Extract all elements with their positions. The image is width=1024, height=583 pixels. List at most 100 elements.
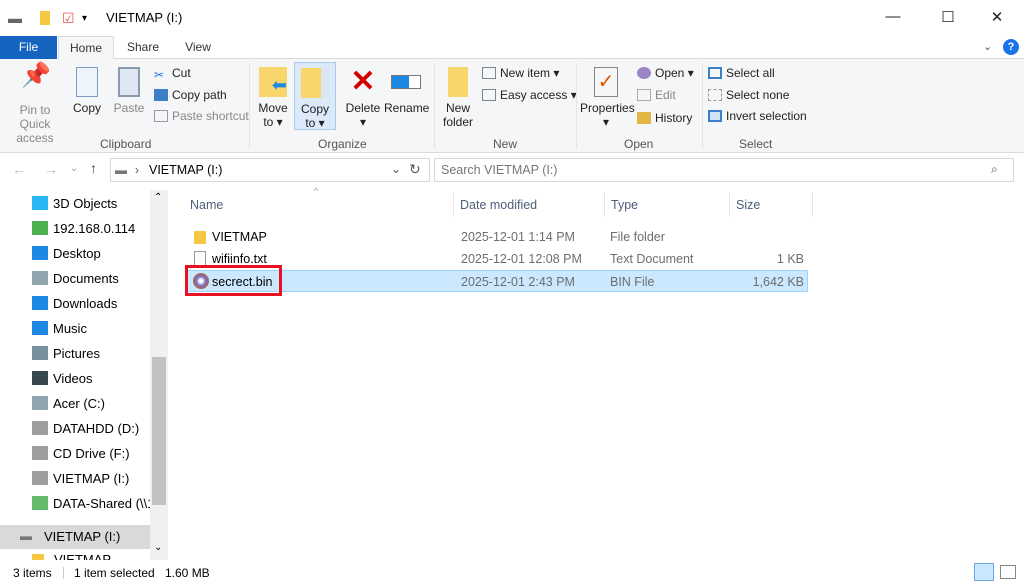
nav-item-partial[interactable]: VIETMAP [32,552,142,560]
customize-quick-access-icon[interactable]: ▾ [82,13,87,24]
delete-button[interactable]: ✕ Delete ▾ [344,65,382,130]
nav-item-label: Documents [53,271,119,286]
nav-item[interactable]: Pictures [32,343,100,365]
divider [576,63,577,149]
ribbon-tabs: File Home Share View ⌄ ? [0,36,1024,60]
nav-item-icon [32,396,48,410]
title-bar: ▬ ☑ ▾ VIETMAP (I:) — ☐ ✕ [0,0,1024,36]
nav-scrollbar-thumb[interactable] [152,357,166,505]
nav-item-label: Videos [53,371,93,386]
tab-file[interactable]: File [0,36,57,59]
breadcrumb-vietmap[interactable]: VIETMAP (I:) [149,163,222,177]
new-item-button[interactable]: New item ▾ [482,66,559,80]
easy-access-button[interactable]: Easy access ▾ [482,88,577,102]
scissors-icon: ✂ [154,68,165,82]
rename-button[interactable]: Rename [384,67,429,115]
help-icon[interactable]: ? [1003,39,1019,55]
copy-to-button[interactable]: Copy to ▾ [294,62,336,130]
pin-icon: 📌 [21,62,51,89]
nav-item[interactable]: DATAHDD (D:) [32,418,139,440]
nav-item[interactable]: 3D Objects [32,193,117,215]
column-header-name[interactable]: Name [184,193,454,217]
tab-share[interactable]: Share [120,36,166,59]
group-clipboard: Clipboard [100,137,152,151]
search-icon: ⌕ [991,162,998,176]
copy-path-icon [154,89,168,101]
paste-shortcut-button[interactable]: Paste shortcut [154,109,249,123]
move-to-button[interactable]: ⬅ Move to ▾ [256,67,290,129]
copy-button[interactable]: Copy [70,67,104,115]
nav-item[interactable]: Videos [32,368,93,390]
properties-quick-icon[interactable]: ☑ [62,10,75,27]
delete-x-icon: ✕ [350,65,376,98]
nav-item[interactable]: Desktop [32,243,101,265]
nav-item-label: CD Drive (F:) [53,446,130,461]
folder-icon[interactable] [40,11,50,25]
window-title: VIETMAP (I:) [106,10,183,25]
nav-item[interactable]: Music [32,318,87,340]
new-item-icon [482,67,496,79]
divider [434,63,435,149]
drive-icon: ▬ [8,10,22,26]
nav-item[interactable]: 192.168.0.114 [32,218,135,240]
nav-item-icon [32,321,48,335]
column-header-size[interactable]: Size [730,193,813,217]
refresh-button[interactable]: ↻ [409,161,421,178]
nav-item[interactable]: DATA-Shared (\\1 [32,493,154,515]
address-bar[interactable]: ▬ › VIETMAP (I:) ⌄ ↻ [110,158,430,182]
edit-button[interactable]: Edit [637,88,676,102]
cut-button[interactable]: ✂ Cut [154,66,191,82]
properties-button[interactable]: ✓ Properties ▾ [580,67,635,129]
select-all-icon [708,67,722,79]
navigation-pane: 3D Objects 192.168.0.114 Desktop Documents D… [0,190,168,560]
large-icons-view-button[interactable] [1000,565,1016,579]
nav-item[interactable]: Documents [32,268,119,290]
recent-locations-button[interactable]: ⌄ [70,163,78,174]
properties-icon: ✓ [594,67,618,97]
tab-view[interactable]: View [176,36,220,59]
nav-item-icon [32,371,48,385]
highlight-box [185,265,282,296]
back-button[interactable]: ← [12,161,26,177]
nav-item-icon [32,246,48,260]
invert-selection-button[interactable]: Invert selection [708,109,807,123]
nav-item-selected[interactable]: ▬ VIETMAP (I:) [0,525,150,549]
edit-icon [637,89,651,101]
open-button[interactable]: Open ▾ [637,66,694,80]
address-dropdown-icon[interactable]: ⌄ [391,162,401,176]
column-header-type[interactable]: Type [605,193,730,217]
maximize-button[interactable]: ☐ [933,8,963,26]
details-view-button[interactable] [974,563,994,581]
tab-home[interactable]: Home [58,36,114,60]
scroll-up-icon[interactable]: ⌃ [154,192,162,203]
nav-item-icon [32,221,48,235]
group-open: Open [624,137,654,151]
paste-button[interactable]: Paste [112,67,146,115]
nav-item-label: Pictures [53,346,100,361]
text-file-icon [194,251,206,266]
file-row[interactable]: VIETMAP 2025-12-01 1:14 PM File folder [186,226,808,248]
select-none-button[interactable]: Select none [708,88,789,102]
minimize-button[interactable]: — [878,8,908,25]
copy-icon [76,67,98,97]
close-button[interactable]: ✕ [982,8,1012,26]
nav-item[interactable]: Downloads [32,293,117,315]
column-header-date[interactable]: Date modified [454,193,605,217]
history-button[interactable]: History [637,111,692,125]
search-box[interactable]: Search VIETMAP (I:) ⌕ [434,158,1014,182]
pin-quick-access-button[interactable]: 📌 Pin to Quick access [4,62,66,146]
scroll-down-icon[interactable]: ⌄ [154,542,162,553]
easy-access-icon [482,89,496,101]
search-input[interactable]: Search VIETMAP (I:) [441,163,557,177]
copy-path-button[interactable]: Copy path [154,88,227,102]
nav-item[interactable]: CD Drive (F:) [32,443,130,465]
up-button[interactable]: ↑ [90,160,97,176]
copy-to-icon [301,68,329,98]
select-all-button[interactable]: Select all [708,66,775,80]
nav-item[interactable]: VIETMAP (I:) [32,468,129,490]
expand-ribbon-icon[interactable]: ⌄ [983,40,992,53]
nav-item[interactable]: Acer (C:) [32,393,105,415]
new-folder-button[interactable]: New folder [440,67,476,129]
move-to-icon: ⬅ [259,67,287,97]
forward-button[interactable]: → [44,161,58,177]
